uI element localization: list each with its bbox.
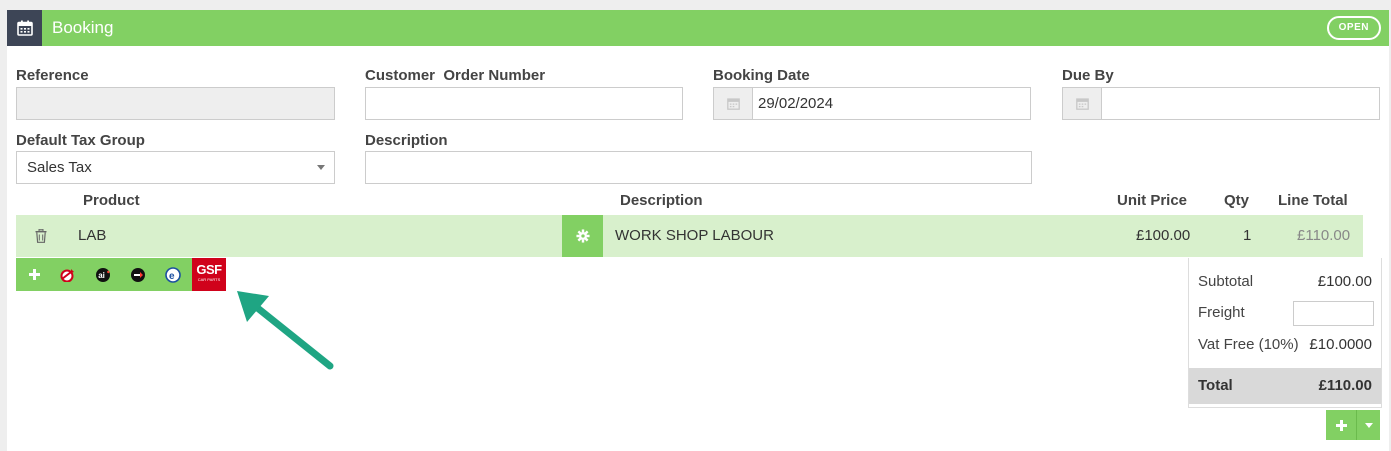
- col-product: Product: [83, 192, 140, 209]
- gsf-logo: GSF: [196, 262, 222, 277]
- customer-order-input[interactable]: [365, 87, 683, 120]
- vat-label: Vat Free (10%): [1198, 336, 1299, 353]
- panel-header: Booking OPEN: [7, 10, 1389, 46]
- due-by-label: Due By: [1062, 67, 1114, 84]
- total-row: Total £110.00: [1189, 368, 1381, 404]
- col-description: Description: [620, 192, 703, 209]
- due-by-input[interactable]: [1062, 87, 1380, 120]
- chevron-down-icon: [317, 165, 325, 170]
- add-icon[interactable]: [17, 258, 51, 291]
- parts-supplier-3-icon[interactable]: [121, 258, 155, 291]
- col-qty: Qty: [1224, 192, 1250, 209]
- freight-input[interactable]: [1293, 301, 1374, 326]
- table-row: LAB WORK SHOP LABOUR £100.00 1 £110.00: [16, 215, 1363, 257]
- vat-value: £10.0000: [1309, 336, 1372, 353]
- col-line-total: Line Total: [1278, 192, 1348, 209]
- booking-date-value: 29/02/2024: [758, 95, 834, 112]
- description-input[interactable]: [365, 151, 1032, 184]
- row-description[interactable]: WORK SHOP LABOUR: [615, 215, 774, 257]
- calendar-icon[interactable]: [714, 88, 753, 119]
- svg-text:ai: ai: [98, 271, 105, 280]
- svg-text:e: e: [169, 271, 175, 282]
- parts-supplier-1-icon[interactable]: [51, 258, 85, 291]
- annotation-arrow: [237, 291, 334, 370]
- customer-order-label: Customer Order Number: [365, 67, 546, 84]
- subtotal-label: Subtotal: [1198, 273, 1254, 290]
- add-icon[interactable]: [1326, 410, 1357, 440]
- calendar-icon[interactable]: [1063, 88, 1102, 119]
- total-value: £110.00: [1318, 377, 1372, 394]
- line-toolbar: ai e GSF CAR PARTS: [16, 258, 226, 291]
- row-line-total: £110.00: [1297, 227, 1351, 244]
- chevron-down-icon[interactable]: [1357, 410, 1380, 440]
- booking-panel: Booking OPEN Reference Customer Order Nu…: [7, 10, 1389, 451]
- add-line-split-button: [1326, 410, 1380, 440]
- row-qty[interactable]: 1: [1243, 215, 1251, 257]
- row-unit-price[interactable]: £100.00: [1136, 215, 1190, 257]
- calendar-icon: [7, 10, 42, 46]
- parts-supplier-e-icon[interactable]: e: [156, 258, 190, 291]
- tax-group-value: Sales Tax: [27, 159, 92, 176]
- description-label: Description: [365, 132, 448, 149]
- parts-supplier-ai-icon[interactable]: ai: [86, 258, 120, 291]
- booking-date-input[interactable]: 29/02/2024: [713, 87, 1031, 120]
- gear-icon[interactable]: [562, 215, 603, 257]
- total-label: Total: [1198, 377, 1233, 394]
- page-title: Booking: [52, 18, 114, 37]
- freight-label: Freight: [1198, 304, 1245, 321]
- reference-label: Reference: [16, 67, 89, 84]
- trash-icon[interactable]: [35, 228, 47, 248]
- col-unit-price: Unit Price: [1117, 192, 1188, 209]
- subtotal-value: £100.00: [1317, 273, 1372, 290]
- gsf-logo-sub: CAR PARTS: [197, 277, 221, 282]
- booking-date-label: Booking Date: [713, 67, 810, 84]
- gsf-logo-button[interactable]: GSF CAR PARTS: [192, 258, 226, 291]
- totals-panel: Subtotal £100.00 Freight Vat Free (10%) …: [1188, 258, 1382, 408]
- reference-field: [16, 87, 335, 120]
- tax-group-label: Default Tax Group: [16, 132, 145, 149]
- row-product[interactable]: LAB: [78, 215, 106, 257]
- status-badge: OPEN: [1326, 16, 1381, 40]
- tax-group-select[interactable]: Sales Tax: [16, 151, 335, 184]
